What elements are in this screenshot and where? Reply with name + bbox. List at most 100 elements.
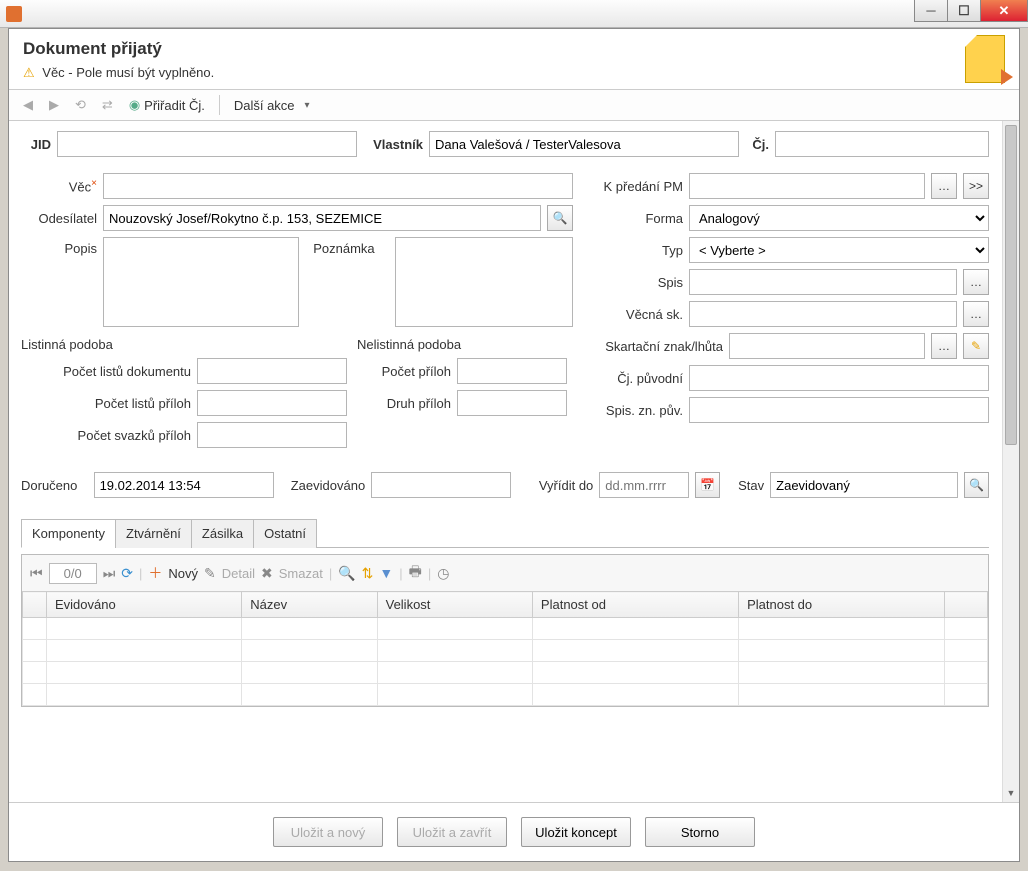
app-icon <box>6 6 22 22</box>
grid-col-platnost-od[interactable]: Platnost od <box>532 592 738 618</box>
save-new-button[interactable]: Uložit a nový <box>273 817 383 847</box>
scroll-down-icon[interactable]: ▼ <box>1003 785 1019 802</box>
refresh-icon[interactable]: ⟲ <box>69 94 92 116</box>
search-icon[interactable]: 🔍 <box>338 565 355 582</box>
skart-label: Skartační znak/lhůta <box>583 339 723 354</box>
k-predani-input[interactable] <box>689 173 925 199</box>
stav-lookup-button[interactable]: 🔍 <box>964 472 989 498</box>
odesilatel-input[interactable] <box>103 205 541 231</box>
footer: Uložit a nový Uložit a zavřít Uložit kon… <box>9 802 1019 861</box>
doruceno-input[interactable] <box>94 472 274 498</box>
vyridit-do-input[interactable] <box>599 472 689 498</box>
grid-table: Evidováno Název Velikost Platnost od Pla… <box>22 591 988 706</box>
skart-browse-button[interactable]: … <box>931 333 957 359</box>
listinna-title: Listinná podoba <box>21 337 347 352</box>
k-predani-forward-button[interactable]: >> <box>963 173 989 199</box>
spis-input[interactable] <box>689 269 957 295</box>
assign-cj-button[interactable]: ◉ Přiřadit Čj. <box>123 94 211 116</box>
vec-input[interactable] <box>103 173 573 199</box>
cj-puvodni-input[interactable] <box>689 365 989 391</box>
delete-button[interactable]: Smazat <box>279 566 323 581</box>
close-button[interactable]: ✕ <box>980 0 1028 22</box>
filter-icon[interactable]: ▼ <box>379 565 393 581</box>
vertical-scrollbar[interactable]: ▲ ▼ <box>1002 121 1019 802</box>
toolbar: ◀ ▶ ⟲ ⇄ ◉ Přiřadit Čj. Další akce <box>9 90 1019 121</box>
poznamka-textarea[interactable] <box>395 237 573 327</box>
pager-first-icon[interactable]: ⏮ <box>30 565 43 582</box>
minimize-button[interactable]: ─ <box>914 0 948 22</box>
table-row[interactable] <box>23 662 988 684</box>
skart-edit-button[interactable]: ✎ <box>963 333 989 359</box>
pocet-listu-priloh-input[interactable] <box>197 390 347 416</box>
popis-label: Popis <box>21 237 97 256</box>
nelistinna-title: Nelistinná podoba <box>357 337 573 352</box>
separator <box>219 95 220 115</box>
table-row[interactable] <box>23 640 988 662</box>
grid-col-evidovano[interactable]: Evidováno <box>47 592 242 618</box>
table-row[interactable] <box>23 618 988 640</box>
typ-select[interactable]: < Vyberte > <box>689 237 989 263</box>
tab-ztvarneni[interactable]: Ztvárnění <box>115 519 192 548</box>
owner-input[interactable] <box>429 131 739 157</box>
maximize-button[interactable]: ☐ <box>947 0 981 22</box>
validation-warning: ⚠ Věc - Pole musí být vyplněno. <box>23 65 1005 81</box>
grid-col-platnost-do[interactable]: Platnost do <box>739 592 945 618</box>
new-button[interactable]: Nový <box>168 566 198 581</box>
scroll-thumb[interactable] <box>1005 125 1017 445</box>
vecna-sk-input[interactable] <box>689 301 957 327</box>
forma-select[interactable]: Analogový <box>689 205 989 231</box>
refresh-icon[interactable]: ⟳ <box>121 565 133 582</box>
popis-textarea[interactable] <box>103 237 299 327</box>
jid-label: JID <box>21 137 51 152</box>
tab-komponenty[interactable]: Komponenty <box>21 519 116 548</box>
tab-ostatni[interactable]: Ostatní <box>253 519 317 548</box>
link-icon[interactable]: ⇄ <box>96 94 119 116</box>
save-close-button[interactable]: Uložit a zavřít <box>397 817 507 847</box>
jid-input[interactable] <box>57 131 357 157</box>
k-predani-browse-button[interactable]: … <box>931 173 957 199</box>
pocet-svazku-priloh-input[interactable] <box>197 422 347 448</box>
pocet-listu-dok-input[interactable] <box>197 358 347 384</box>
warning-text: Věc - Pole musí být vyplněno. <box>42 65 214 80</box>
skart-input[interactable] <box>729 333 925 359</box>
assign-cj-label: Přiřadit Čj. <box>144 98 205 113</box>
pencil-icon: ✎ <box>971 339 981 353</box>
vyridit-do-calendar-button[interactable]: 📅 <box>695 472 720 498</box>
k-predani-label: K předání PM <box>583 179 683 194</box>
pocet-listu-dok-label: Počet listů dokumentu <box>21 364 191 379</box>
druh-priloh-input[interactable] <box>457 390 567 416</box>
save-draft-button[interactable]: Uložit koncept <box>521 817 631 847</box>
stav-input[interactable] <box>770 472 958 498</box>
history-icon[interactable]: ◷ <box>437 565 449 582</box>
nav-next-button[interactable]: ▶ <box>43 94 65 116</box>
pager-last-icon[interactable]: ⏭ <box>103 565 116 582</box>
table-row[interactable] <box>23 684 988 706</box>
spis-browse-button[interactable]: … <box>963 269 989 295</box>
print-icon[interactable]: 🖶 <box>409 561 422 585</box>
zaevidovano-input[interactable] <box>371 472 511 498</box>
vecna-sk-label: Věcná sk. <box>583 307 683 322</box>
pocet-priloh-input[interactable] <box>457 358 567 384</box>
titlebar: ─ ☐ ✕ <box>0 0 1028 28</box>
tab-zasilka[interactable]: Zásilka <box>191 519 254 548</box>
vecna-sk-browse-button[interactable]: … <box>963 301 989 327</box>
cj-input[interactable] <box>775 131 989 157</box>
sort-icon[interactable]: ⇅ <box>362 565 374 582</box>
more-actions-label: Další akce <box>234 98 295 113</box>
detail-icon[interactable]: ✎ <box>204 565 216 582</box>
more-actions-button[interactable]: Další akce <box>228 95 316 116</box>
komponenty-grid: ⏮ 0/0 ⏭ ⟳ | ＋ Nový ✎ Detail ✖ Smazat | 🔍… <box>21 554 989 707</box>
cancel-button[interactable]: Storno <box>645 817 755 847</box>
detail-button[interactable]: Detail <box>222 566 255 581</box>
spis-zn-puv-input[interactable] <box>689 397 989 423</box>
add-icon[interactable]: ＋ <box>148 563 162 583</box>
delete-icon[interactable]: ✖ <box>261 565 273 582</box>
window-controls: ─ ☐ ✕ <box>915 0 1028 22</box>
grid-col-nazev[interactable]: Název <box>242 592 377 618</box>
nav-prev-button[interactable]: ◀ <box>17 94 39 116</box>
form-content: JID Vlastník Čj. Věc× Odesílatel 🔍 <box>9 121 1001 713</box>
grid-col-velikost[interactable]: Velikost <box>377 592 532 618</box>
warning-icon: ⚠ <box>23 65 35 80</box>
odesilatel-lookup-button[interactable]: 🔍 <box>547 205 573 231</box>
grid-col-checkbox[interactable] <box>23 592 47 618</box>
